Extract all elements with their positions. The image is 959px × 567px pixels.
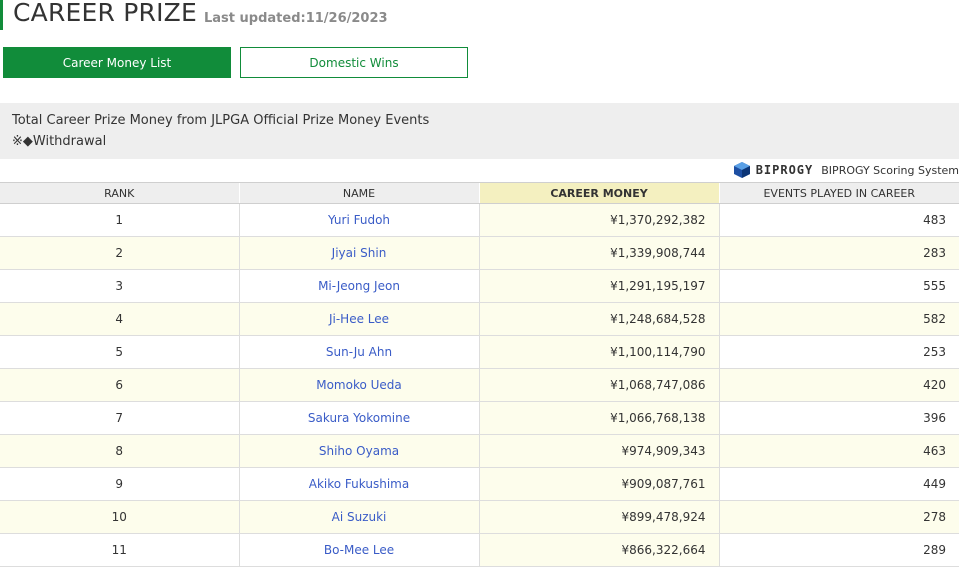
name-cell: Sun-Ju Ahn (238, 335, 479, 369)
player-link[interactable]: Shiho Oyama (319, 444, 399, 458)
rank-cell: 7 (0, 401, 239, 435)
table-row: 8 Shiho Oyama ¥974,909,343 463 (0, 434, 959, 468)
table-row: 4 Ji-Hee Lee ¥1,248,684,528 582 (0, 302, 959, 336)
events-cell: 582 (718, 302, 959, 336)
events-cell: 449 (718, 467, 959, 501)
events-cell: 283 (718, 236, 959, 270)
rank-cell: 3 (0, 269, 239, 303)
money-cell: ¥909,087,761 (478, 467, 719, 501)
rank-cell: 9 (0, 467, 239, 501)
player-link[interactable]: Jiyai Shin (332, 246, 387, 260)
table-row: 3 Mi-Jeong Jeon ¥1,291,195,197 555 (0, 269, 959, 303)
table-row: 11 Bo-Mee Lee ¥866,322,664 289 (0, 533, 959, 567)
money-cell: ¥1,339,908,744 (478, 236, 719, 270)
table-row: 6 Momoko Ueda ¥1,068,747,086 420 (0, 368, 959, 402)
column-header-rank: RANK (0, 182, 239, 204)
table-row: 2 Jiyai Shin ¥1,339,908,744 283 (0, 236, 959, 270)
player-link[interactable]: Bo-Mee Lee (324, 543, 394, 557)
column-header-career-money: CAREER MONEY (478, 182, 719, 204)
column-header-name: NAME (238, 182, 479, 204)
player-link[interactable]: Sakura Yokomine (308, 411, 410, 425)
events-cell: 463 (718, 434, 959, 468)
sponsor-credit: BIPROGY BIPROGY Scoring System (733, 161, 959, 179)
events-cell: 289 (718, 533, 959, 567)
info-description: Total Career Prize Money from JLPGA Offi… (12, 113, 430, 128)
sponsor-logo-text: BIPROGY (755, 163, 814, 177)
rank-cell: 2 (0, 236, 239, 270)
biprogy-logo-icon (733, 162, 750, 178)
player-link[interactable]: Ji-Hee Lee (329, 312, 389, 326)
player-link[interactable]: Yuri Fudoh (328, 213, 390, 227)
rank-cell: 4 (0, 302, 239, 336)
header-accent-bar (0, 0, 3, 30)
events-cell: 396 (718, 401, 959, 435)
rank-cell: 6 (0, 368, 239, 402)
player-link[interactable]: Akiko Fukushima (309, 477, 409, 491)
name-cell: Bo-Mee Lee (238, 533, 479, 567)
events-cell: 420 (718, 368, 959, 402)
name-cell: Shiho Oyama (238, 434, 479, 468)
money-cell: ¥866,322,664 (478, 533, 719, 567)
table-row: 9 Akiko Fukushima ¥909,087,761 449 (0, 467, 959, 501)
money-cell: ¥1,291,195,197 (478, 269, 719, 303)
money-cell: ¥1,100,114,790 (478, 335, 719, 369)
money-cell: ¥1,248,684,528 (478, 302, 719, 336)
events-cell: 253 (718, 335, 959, 369)
rank-cell: 8 (0, 434, 239, 468)
page-title: CAREER PRIZE (13, 0, 197, 27)
name-cell: Ji-Hee Lee (238, 302, 479, 336)
table-header-row: RANK NAME CAREER MONEY EVENTS PLAYED IN … (0, 182, 959, 204)
events-cell: 483 (718, 203, 959, 237)
player-link[interactable]: Sun-Ju Ahn (326, 345, 392, 359)
table-row: 1 Yuri Fudoh ¥1,370,292,382 483 (0, 203, 959, 237)
last-updated-text: Last updated:11/26/2023 (204, 11, 388, 26)
name-cell: Akiko Fukushima (238, 467, 479, 501)
table-row: 5 Sun-Ju Ahn ¥1,100,114,790 253 (0, 335, 959, 369)
table-row: 10 Ai Suzuki ¥899,478,924 278 (0, 500, 959, 534)
player-link[interactable]: Momoko Ueda (316, 378, 402, 392)
career-money-table: RANK NAME CAREER MONEY EVENTS PLAYED IN … (0, 182, 959, 567)
column-header-events: EVENTS PLAYED IN CAREER (718, 182, 959, 204)
info-box: Total Career Prize Money from JLPGA Offi… (0, 103, 959, 159)
name-cell: Yuri Fudoh (238, 203, 479, 237)
money-cell: ¥899,478,924 (478, 500, 719, 534)
money-cell: ¥1,370,292,382 (478, 203, 719, 237)
table-row: 7 Sakura Yokomine ¥1,066,768,138 396 (0, 401, 959, 435)
name-cell: Momoko Ueda (238, 368, 479, 402)
rank-cell: 1 (0, 203, 239, 237)
name-cell: Jiyai Shin (238, 236, 479, 270)
sponsor-label: BIPROGY Scoring System (821, 163, 959, 177)
money-cell: ¥1,068,747,086 (478, 368, 719, 402)
info-note: ※◆Withdrawal (12, 134, 107, 149)
rank-cell: 10 (0, 500, 239, 534)
rank-cell: 11 (0, 533, 239, 567)
tab-career-money-list[interactable]: Career Money List (3, 47, 231, 78)
name-cell: Ai Suzuki (238, 500, 479, 534)
player-link[interactable]: Mi-Jeong Jeon (318, 279, 400, 293)
player-link[interactable]: Ai Suzuki (332, 510, 387, 524)
events-cell: 555 (718, 269, 959, 303)
name-cell: Sakura Yokomine (238, 401, 479, 435)
rank-cell: 5 (0, 335, 239, 369)
tab-domestic-wins[interactable]: Domestic Wins (240, 47, 468, 78)
name-cell: Mi-Jeong Jeon (238, 269, 479, 303)
events-cell: 278 (718, 500, 959, 534)
money-cell: ¥974,909,343 (478, 434, 719, 468)
money-cell: ¥1,066,768,138 (478, 401, 719, 435)
